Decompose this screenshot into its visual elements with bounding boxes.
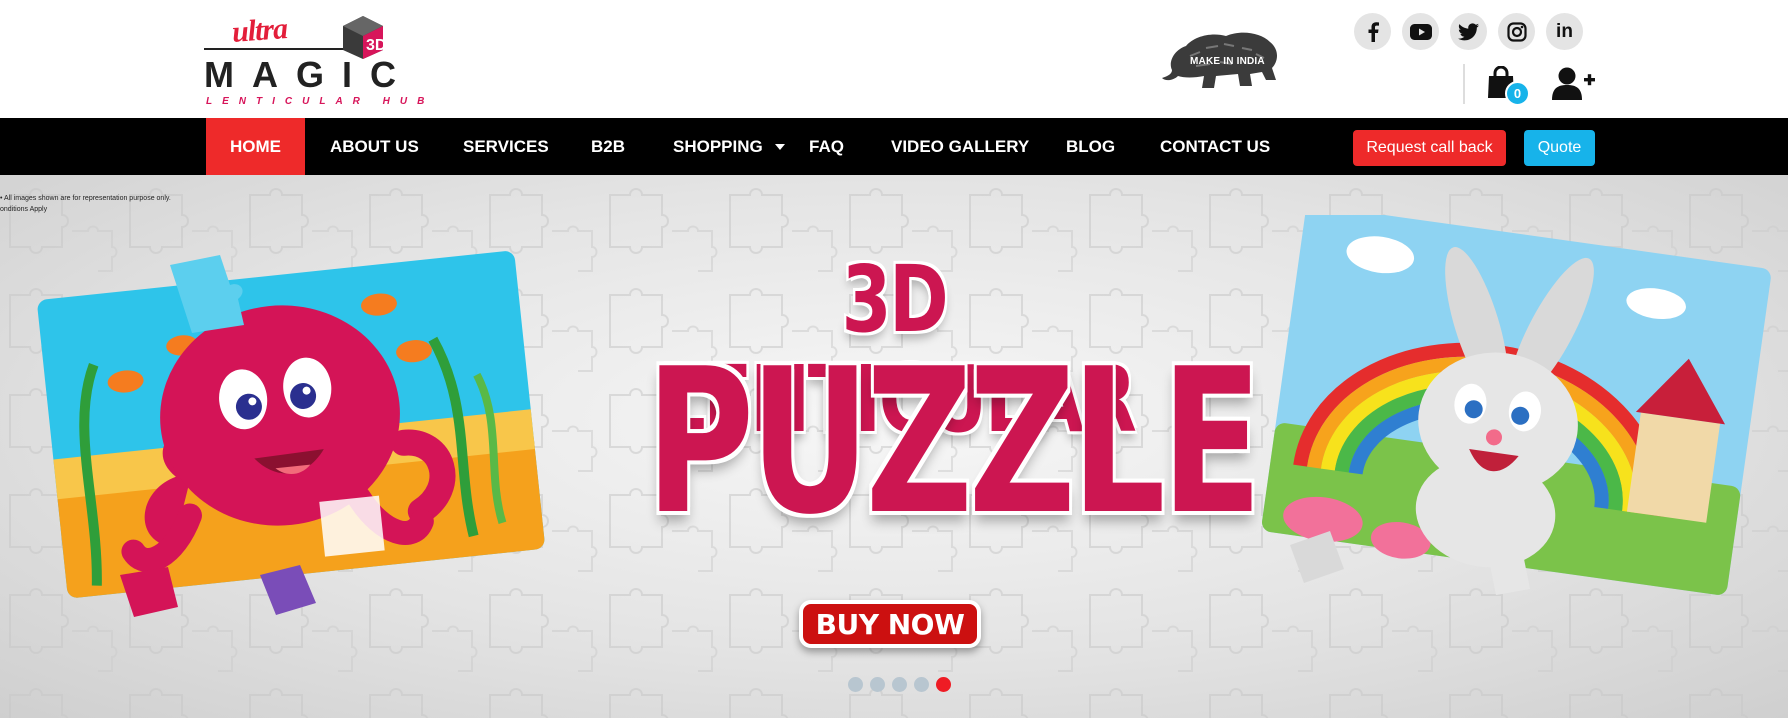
nav-item-blog[interactable]: BLOG xyxy=(1066,118,1115,175)
quote-button[interactable]: Quote xyxy=(1524,130,1595,166)
hero-banner[interactable]: • All images shown are for representatio… xyxy=(0,175,1788,718)
main-nav: HOME ABOUT US SERVICES B2B SHOPPING FAQ … xyxy=(0,118,1788,175)
cart-button[interactable]: 0 xyxy=(1486,65,1530,106)
carousel-dot-4[interactable] xyxy=(914,677,929,692)
octopus-puzzle-image xyxy=(37,251,545,617)
nav-item-b2b[interactable]: B2B xyxy=(591,118,625,175)
nav-item-video-gallery[interactable]: VIDEO GALLERY xyxy=(891,118,1029,175)
logo-ultra-text: ultra xyxy=(230,12,289,49)
instagram-icon[interactable] xyxy=(1498,13,1535,50)
svg-text:3D: 3D xyxy=(366,37,386,54)
disclaimer-line-1: • All images shown are for representatio… xyxy=(0,195,171,202)
carousel-dot-5[interactable] xyxy=(936,677,951,692)
header-divider xyxy=(1463,64,1465,104)
logo-magic-text: MAGIC xyxy=(204,54,414,95)
twitter-icon[interactable] xyxy=(1450,13,1487,50)
nav-item-shopping[interactable]: SHOPPING xyxy=(673,118,785,175)
site-header: ultra 3D MAGIC LENTICULAR HUB MAKE IN IN… xyxy=(0,0,1788,118)
buy-now-button[interactable]: BUY NOW xyxy=(799,600,981,648)
carousel-dot-1[interactable] xyxy=(848,677,863,692)
nav-item-services[interactable]: SERVICES xyxy=(463,118,549,175)
nav-item-shopping-label: SHOPPING xyxy=(673,136,763,156)
social-links: in xyxy=(1354,13,1583,50)
facebook-icon[interactable] xyxy=(1354,13,1391,50)
rabbit-puzzle-image xyxy=(1262,215,1771,595)
nav-item-contact-us[interactable]: CONTACT US xyxy=(1160,118,1270,175)
linkedin-icon-text: in xyxy=(1556,20,1573,42)
user-plus-icon xyxy=(1552,67,1595,100)
make-in-india-text: MAKE IN INDIA xyxy=(1190,56,1265,67)
hero-title-line-2: PUZZLE xyxy=(645,326,1262,559)
cart-count-badge: 0 xyxy=(1505,81,1530,106)
youtube-icon[interactable] xyxy=(1402,13,1439,50)
carousel-dots xyxy=(848,677,951,692)
chevron-down-icon xyxy=(774,143,785,150)
make-in-india-logo: MAKE IN INDIA xyxy=(1160,26,1294,96)
nav-item-about-us[interactable]: ABOUT US xyxy=(330,118,419,175)
ultra-3d-magic-logo[interactable]: ultra 3D MAGIC LENTICULAR HUB xyxy=(204,12,424,107)
nav-item-home[interactable]: HOME xyxy=(206,118,305,175)
register-button[interactable] xyxy=(1552,66,1596,102)
linkedin-icon[interactable]: in xyxy=(1546,13,1583,50)
nav-item-faq[interactable]: FAQ xyxy=(809,118,844,175)
request-call-back-button[interactable]: Request call back xyxy=(1353,130,1506,166)
carousel-dot-2[interactable] xyxy=(870,677,885,692)
logo-subtitle: LENTICULAR HUB xyxy=(206,96,435,107)
carousel-dot-3[interactable] xyxy=(892,677,907,692)
